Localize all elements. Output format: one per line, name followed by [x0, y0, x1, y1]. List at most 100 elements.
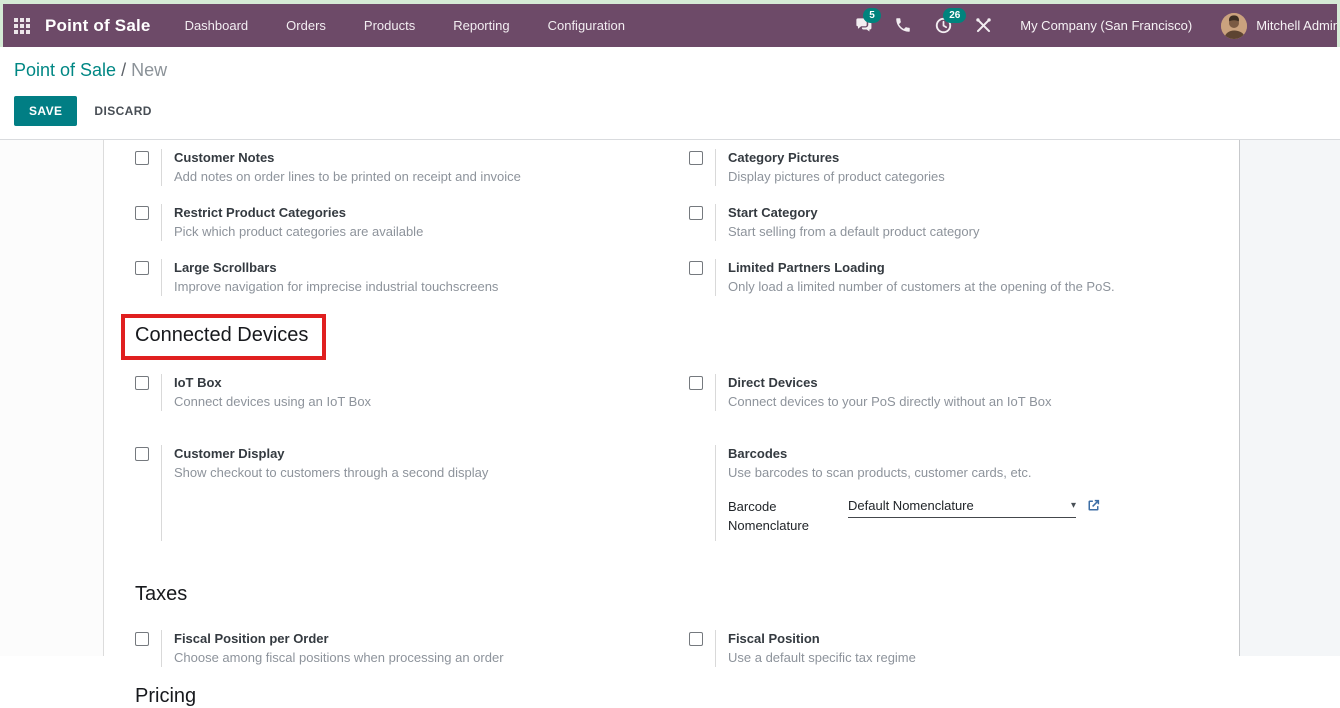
breadcrumb: Point of Sale / New [14, 47, 1326, 81]
barcode-nomenclature-field: Barcode Nomenclature Default Nomenclatur… [728, 497, 1101, 541]
divider [161, 374, 162, 411]
setting-restrict-product-categories: Restrict Product Categories Pick which p… [135, 204, 689, 241]
left-gutter [0, 140, 103, 656]
settings-row: Restrict Product Categories Pick which p… [135, 204, 1239, 259]
settings-row: Customer Display Show checkout to custom… [135, 445, 1239, 575]
divider [161, 445, 162, 541]
activities-badge: 26 [943, 8, 966, 23]
external-link-icon[interactable] [1086, 498, 1101, 518]
setting-title[interactable]: Direct Devices [728, 374, 1051, 392]
apps-grid-icon[interactable] [14, 18, 30, 34]
setting-fiscal-position-per-order: Fiscal Position per Order Choose among f… [135, 630, 689, 667]
start-category-checkbox[interactable] [689, 206, 703, 220]
section-connected-devices: IoT Box Connect devices using an IoT Box… [135, 374, 1239, 575]
messages-icon[interactable]: 5 [854, 16, 873, 35]
setting-desc: Add notes on order lines to be printed o… [174, 167, 521, 186]
user-menu[interactable]: Mitchell Admin [1221, 13, 1340, 39]
breadcrumb-parent[interactable]: Point of Sale [14, 60, 116, 80]
customer-notes-checkbox[interactable] [135, 151, 149, 165]
setting-desc: Improve navigation for imprecise industr… [174, 277, 498, 296]
category-pictures-checkbox[interactable] [689, 151, 703, 165]
fiscal-position-per-order-checkbox[interactable] [135, 632, 149, 646]
customer-display-checkbox[interactable] [135, 447, 149, 461]
setting-title: Barcodes [728, 445, 1101, 463]
section-heading-connected-devices: Connected Devices [135, 324, 308, 347]
top-navbar: Point of Sale Dashboard Orders Products … [0, 4, 1340, 47]
phone-icon[interactable] [894, 16, 913, 35]
divider [161, 259, 162, 296]
barcode-nomenclature-control: Default Nomenclature ▾ [848, 497, 1101, 518]
large-scrollbars-checkbox[interactable] [135, 261, 149, 275]
setting-title[interactable]: Customer Notes [174, 149, 521, 167]
setting-desc: Use a default specific tax regime [728, 648, 916, 667]
divider [715, 630, 716, 667]
setting-desc: Display pictures of product categories [728, 167, 945, 186]
setting-desc: Pick which product categories are availa… [174, 222, 423, 241]
barcode-nomenclature-select[interactable]: Default Nomenclature ▾ [848, 498, 1076, 518]
limited-partners-loading-checkbox[interactable] [689, 261, 703, 275]
divider [715, 445, 716, 541]
action-buttons: SAVE DISCARD [14, 96, 1326, 139]
company-switcher[interactable]: My Company (San Francisco) [1020, 18, 1192, 33]
restrict-product-categories-checkbox[interactable] [135, 206, 149, 220]
setting-direct-devices: Direct Devices Connect devices to your P… [689, 374, 1239, 411]
setting-desc: Show checkout to customers through a sec… [174, 463, 488, 482]
setting-title[interactable]: Large Scrollbars [174, 259, 498, 277]
setting-title[interactable]: IoT Box [174, 374, 371, 392]
settings-content: Customer Notes Add notes on order lines … [0, 139, 1340, 656]
red-highlight-box: Connected Devices [121, 314, 326, 360]
setting-title[interactable]: Fiscal Position per Order [174, 630, 504, 648]
divider [161, 204, 162, 241]
setting-desc: Choose among fiscal positions when proce… [174, 648, 504, 667]
setting-fiscal-position: Fiscal Position Use a default specific t… [689, 630, 1239, 667]
user-avatar[interactable] [1221, 13, 1247, 39]
barcode-nomenclature-label: Barcode Nomenclature [728, 497, 834, 535]
fiscal-position-checkbox[interactable] [689, 632, 703, 646]
setting-large-scrollbars: Large Scrollbars Improve navigation for … [135, 259, 689, 296]
setting-desc: Connect devices using an IoT Box [174, 392, 371, 411]
setting-start-category: Start Category Start selling from a defa… [689, 204, 1239, 241]
setting-category-pictures: Category Pictures Display pictures of pr… [689, 149, 1239, 186]
tools-icon[interactable] [974, 16, 993, 35]
menu-configuration[interactable]: Configuration [546, 14, 627, 37]
iot-box-checkbox[interactable] [135, 376, 149, 390]
setting-barcodes: Barcodes Use barcodes to scan products, … [689, 445, 1239, 541]
settings-row: Large Scrollbars Improve navigation for … [135, 259, 1239, 314]
chevron-down-icon[interactable]: ▾ [1071, 500, 1076, 511]
right-gutter [1240, 140, 1340, 656]
setting-desc: Use barcodes to scan products, customer … [728, 463, 1101, 482]
divider [715, 374, 716, 411]
setting-iot-box: IoT Box Connect devices using an IoT Box [135, 374, 689, 411]
divider [161, 630, 162, 667]
setting-customer-notes: Customer Notes Add notes on order lines … [135, 149, 689, 186]
setting-title[interactable]: Restrict Product Categories [174, 204, 423, 222]
direct-devices-checkbox[interactable] [689, 376, 703, 390]
breadcrumb-separator: / [121, 60, 131, 80]
setting-desc: Only load a limited number of customers … [728, 277, 1115, 296]
settings-row: Customer Notes Add notes on order lines … [135, 149, 1239, 204]
divider [715, 204, 716, 241]
activities-clock-icon[interactable]: 26 [934, 16, 953, 35]
setting-desc: Connect devices to your PoS directly wit… [728, 392, 1051, 411]
window-frame-left [0, 4, 3, 47]
menu-reporting[interactable]: Reporting [451, 14, 511, 37]
setting-title[interactable]: Customer Display [174, 445, 488, 463]
menu-products[interactable]: Products [362, 14, 417, 37]
discard-button[interactable]: DISCARD [90, 96, 155, 126]
setting-limited-partners-loading: Limited Partners Loading Only load a lim… [689, 259, 1239, 296]
user-name: Mitchell Admin [1256, 18, 1340, 33]
main-menu: Dashboard Orders Products Reporting Conf… [183, 14, 627, 37]
barcode-nomenclature-value: Default Nomenclature [848, 498, 974, 513]
menu-dashboard[interactable]: Dashboard [183, 14, 251, 37]
save-button[interactable]: SAVE [14, 96, 77, 126]
app-name[interactable]: Point of Sale [45, 16, 151, 36]
setting-title[interactable]: Start Category [728, 204, 979, 222]
setting-title[interactable]: Limited Partners Loading [728, 259, 1115, 277]
menu-orders[interactable]: Orders [284, 14, 328, 37]
topbar-right: 5 26 My Company (San Francisco) [854, 13, 1340, 39]
setting-desc: Start selling from a default product cat… [728, 222, 979, 241]
setting-title[interactable]: Category Pictures [728, 149, 945, 167]
section-heading-taxes: Taxes [135, 583, 1239, 606]
setting-title[interactable]: Fiscal Position [728, 630, 916, 648]
divider [715, 259, 716, 296]
